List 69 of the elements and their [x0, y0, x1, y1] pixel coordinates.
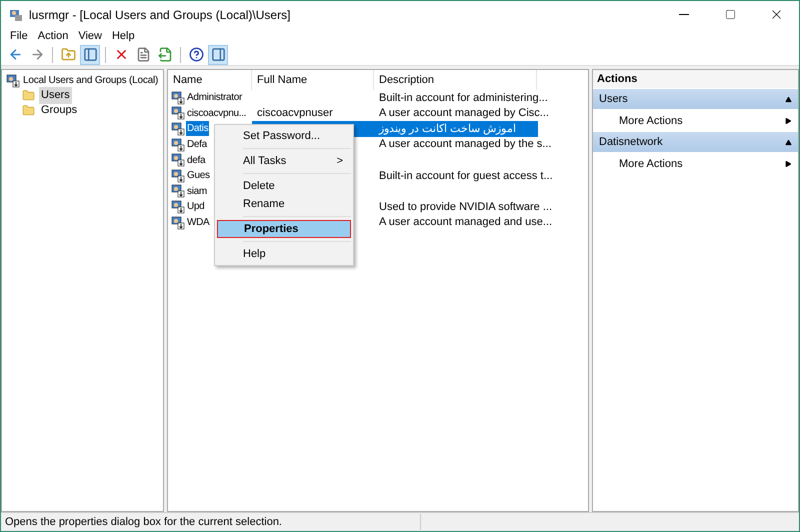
minimize-icon — [679, 14, 689, 15]
tree-item[interactable]: Groups — [39, 102, 80, 119]
user-icon — [171, 168, 185, 183]
user-icon — [171, 153, 185, 168]
forward-arrow-icon — [30, 47, 44, 62]
column-header[interactable]: Name — [168, 70, 252, 90]
section-header[interactable]: Datisnetwork — [593, 132, 798, 152]
menu-item[interactable]: View — [73, 28, 107, 44]
menu-item[interactable]: Properties — [217, 220, 351, 238]
folder-icon — [22, 104, 35, 117]
menu-item[interactable]: Delete — [217, 177, 351, 195]
user-icon — [171, 184, 185, 198]
toolbar-button[interactable] — [80, 44, 100, 64]
menu-item[interactable]: Set Password... — [217, 127, 351, 145]
actions-header: Actions — [593, 70, 798, 88]
menu-item[interactable]: Help — [106, 28, 140, 44]
table-cell: A user account managed and use... — [379, 216, 552, 228]
folder-up-icon — [60, 47, 76, 62]
menu-item[interactable]: Rename — [217, 195, 351, 213]
table-cell[interactable]: Gues — [186, 168, 211, 184]
submenu-arrow-icon: > — [336, 152, 343, 170]
user-icon — [171, 122, 185, 136]
column-header[interactable]: Description — [374, 70, 537, 90]
section-header[interactable]: Users — [593, 89, 798, 109]
menu-item[interactable]: Action — [32, 28, 74, 44]
window-title: lusrmgr - [Local Users and Groups (Local)\Users] — [29, 6, 292, 24]
properties-icon — [136, 47, 150, 62]
user-icon — [171, 200, 185, 214]
collapse-icon — [785, 96, 792, 102]
collapse-icon — [785, 138, 792, 146]
submenu-arrow-icon — [784, 117, 792, 125]
table-cell: Built-in account for guest access t... — [379, 170, 553, 182]
table-cell[interactable]: Administrator — [186, 90, 244, 106]
user-icon — [171, 106, 185, 120]
table-cell[interactable]: Defa — [186, 137, 208, 152]
user-icon — [171, 216, 185, 230]
menu-item[interactable]: Help — [217, 245, 351, 263]
help-icon — [188, 47, 204, 62]
menu-item[interactable]: File — [5, 28, 33, 44]
column-header[interactable]: Full Name — [252, 70, 374, 90]
user-icon — [171, 90, 185, 105]
table-cell[interactable]: Datis — [186, 121, 210, 136]
menu-item[interactable]: All Tasks > — [217, 152, 351, 170]
status-text: Opens the properties dialog box for the current selection. — [1, 514, 421, 530]
table-cell: A user account managed by Cisc... — [379, 107, 549, 120]
action-pane-icon — [210, 47, 226, 62]
table-cell[interactable]: ciscoacvpnu... — [186, 106, 248, 121]
table-cell: A user account managed by the s... — [379, 138, 552, 150]
table-cell[interactable]: defa — [186, 152, 206, 168]
folder-icon — [22, 89, 35, 102]
table-cell: اموزش ساخت اکانت در ویندوز — [379, 122, 516, 135]
table-cell[interactable]: Upd — [186, 199, 206, 214]
tree-item[interactable]: Local Users and Groups (Local) — [23, 73, 158, 88]
table-cell[interactable]: siam — [186, 184, 208, 199]
action-item[interactable]: More Actions — [593, 111, 798, 131]
show-tree-icon — [82, 47, 98, 62]
maximize-icon — [724, 9, 736, 20]
table-cell: ciscoacvpnuser — [257, 107, 333, 120]
table-cell: Used to provide NVIDIA software ... — [379, 200, 552, 213]
table-cell[interactable]: WDA — [186, 215, 210, 230]
submenu-arrow-icon — [784, 160, 792, 168]
tree-item[interactable]: Users — [39, 87, 72, 104]
action-item[interactable]: More Actions — [593, 154, 798, 174]
export-list-icon — [158, 47, 172, 62]
app-icon — [9, 8, 23, 22]
user-icon — [171, 138, 185, 152]
user-icon — [6, 74, 20, 88]
toolbar-button[interactable] — [208, 44, 228, 64]
table-cell: Built-in account for administering... — [379, 92, 548, 104]
